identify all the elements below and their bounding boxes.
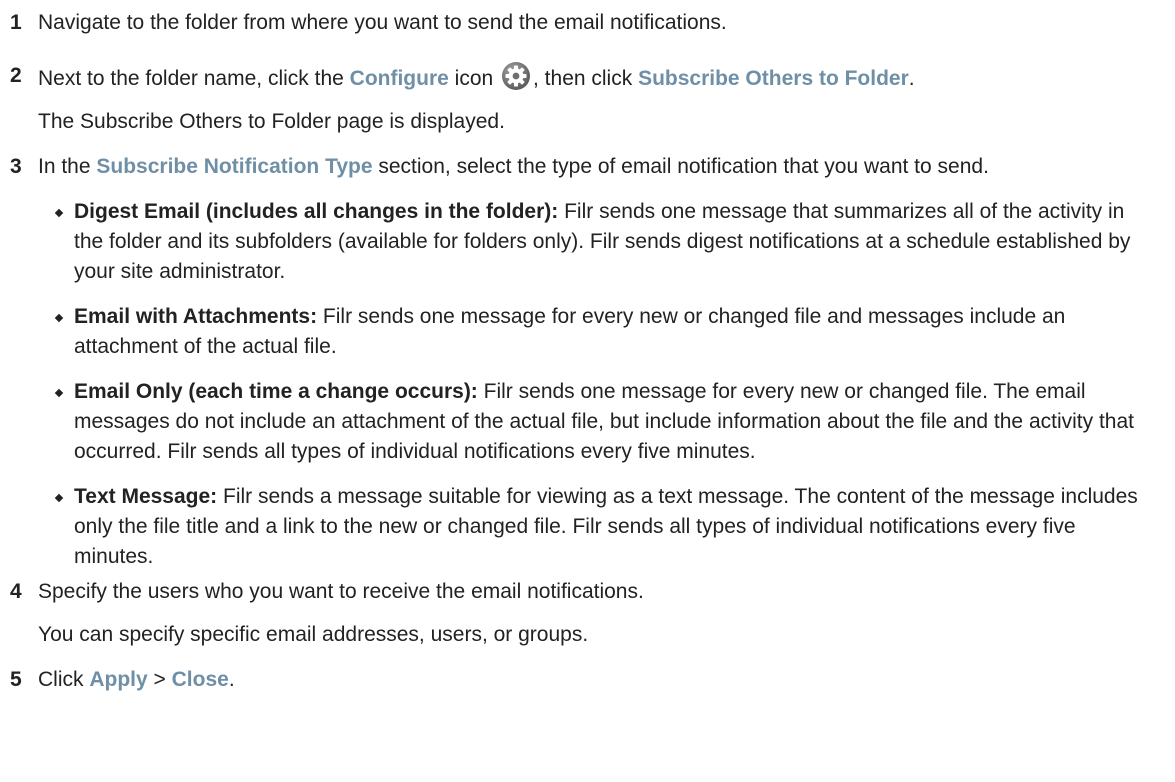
configure-ui-label: Configure bbox=[349, 67, 449, 90]
step-text: . bbox=[908, 67, 915, 90]
notification-type-list: Digest Email (includes all changes in th… bbox=[38, 197, 1155, 572]
step-number: 5 bbox=[10, 668, 22, 691]
list-item-term: Email Only (each time a change occurs): bbox=[74, 380, 478, 403]
list-item-term: Text Message: bbox=[74, 485, 218, 508]
step-number: 2 bbox=[10, 64, 22, 87]
step-5: 5 Click Apply > Close. bbox=[10, 665, 1155, 695]
gear-icon bbox=[501, 61, 531, 91]
bullet-icon bbox=[54, 493, 64, 503]
step-number: 3 bbox=[10, 155, 22, 178]
step-text: Specify the users who you want to receiv… bbox=[38, 580, 644, 603]
close-ui-label: Close bbox=[171, 668, 229, 691]
step-3: 3 In the Subscribe Notification Type sec… bbox=[10, 152, 1155, 572]
list-item-term: Email with Attachments: bbox=[74, 305, 318, 328]
step-text: In the bbox=[38, 155, 97, 178]
step-number: 4 bbox=[10, 580, 22, 603]
bullet-icon bbox=[54, 313, 64, 323]
step-1: 1 Navigate to the folder from where you … bbox=[10, 8, 1155, 38]
step-text: , then click bbox=[533, 67, 639, 90]
step-text: Navigate to the folder from where you wa… bbox=[38, 11, 727, 34]
step-4: 4 Specify the users who you want to rece… bbox=[10, 577, 1155, 650]
list-item-description: Filr sends a message suitable for viewin… bbox=[74, 485, 1138, 568]
step-followup: The Subscribe Others to Folder page is d… bbox=[38, 110, 505, 133]
step-text: Click bbox=[38, 668, 90, 691]
subscribe-others-ui-label: Subscribe Others to Folder bbox=[638, 67, 909, 90]
list-item: Email with Attachments: Filr sends one m… bbox=[54, 302, 1155, 362]
bullet-icon bbox=[54, 208, 64, 218]
bullet-icon bbox=[54, 388, 64, 398]
apply-ui-label: Apply bbox=[89, 668, 148, 691]
list-item: Digest Email (includes all changes in th… bbox=[54, 197, 1155, 287]
list-item-term: Digest Email (includes all changes in th… bbox=[74, 200, 559, 223]
step-text: section, select the type of email notifi… bbox=[372, 155, 989, 178]
step-text: icon bbox=[448, 67, 500, 90]
list-item: Text Message: Filr sends a message suita… bbox=[54, 482, 1155, 572]
notification-type-ui-label: Subscribe Notification Type bbox=[96, 155, 373, 178]
step-text: > bbox=[147, 668, 172, 691]
step-followup: You can specify specific email addresses… bbox=[38, 623, 589, 646]
list-item: Email Only (each time a change occurs): … bbox=[54, 377, 1155, 467]
instruction-document: 1 Navigate to the folder from where you … bbox=[0, 0, 1175, 695]
step-text: . bbox=[228, 668, 235, 691]
step-text: Next to the folder name, click the bbox=[38, 67, 350, 90]
step-2: 2 Next to the folder name, click the Con… bbox=[10, 61, 1155, 137]
step-number: 1 bbox=[10, 11, 22, 34]
